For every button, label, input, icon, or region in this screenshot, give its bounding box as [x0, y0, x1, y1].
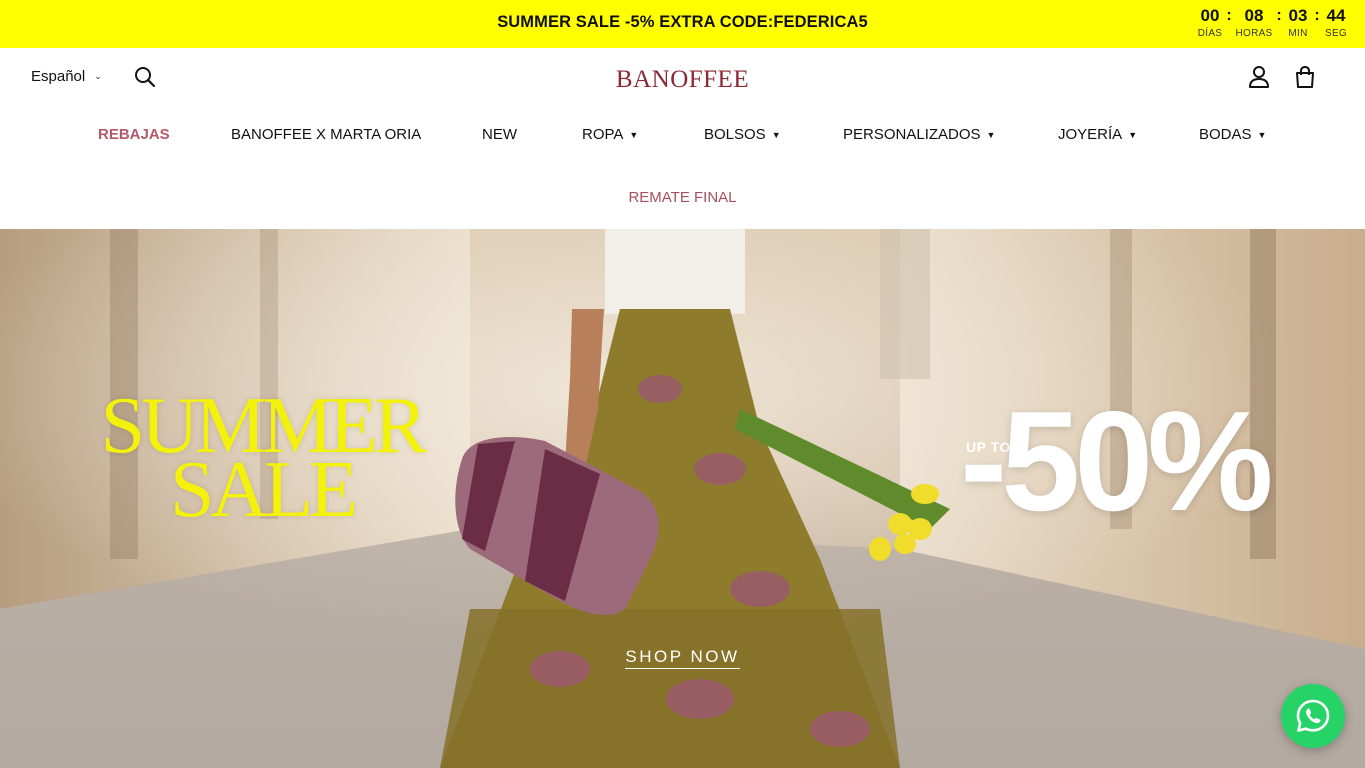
nav-item-rebajas[interactable]: REBAJAS: [98, 126, 170, 143]
nav-item-remate-final[interactable]: REMATE FINAL: [0, 189, 1365, 206]
countdown-separator: :: [1226, 7, 1232, 24]
chevron-down-icon: ▼: [629, 129, 639, 140]
whatsapp-icon: [1296, 699, 1330, 732]
announcement-text: SUMMER SALE -5% EXTRA CODE:FEDERICA5: [497, 13, 868, 31]
nav-item-banoffee-x-marta-oria[interactable]: BANOFFEE X MARTA ORIA: [231, 126, 421, 143]
announcement-bar: SUMMER SALE -5% EXTRA CODE:FEDERICA5 00 …: [0, 0, 1365, 48]
countdown-hours: 08 HORAS: [1233, 6, 1275, 40]
hero-title: SUMMER SALE: [92, 386, 432, 530]
nav-item-bodas[interactable]: BODAS ▼: [1199, 126, 1266, 143]
site-header: Español ⌄ BANOFFEE REBAJAS BANOFFEE X MA…: [0, 48, 1365, 229]
countdown-minutes-label: MIN: [1288, 28, 1308, 39]
nav-item-label: BOLSOS: [704, 126, 766, 143]
whatsapp-button[interactable]: [1281, 684, 1345, 748]
nav-item-label: REBAJAS: [98, 126, 170, 143]
nav-item-bolsos[interactable]: BOLSOS ▼: [704, 126, 781, 143]
countdown-seconds-label: SEG: [1324, 28, 1348, 39]
nav-item-label: BODAS: [1199, 126, 1252, 143]
hero-banner[interactable]: SUMMER SALE UP TO -50% SHOP NOW: [0, 229, 1365, 768]
cart-icon: [1296, 65, 1314, 88]
nav-item-personalizados[interactable]: PERSONALIZADOS ▼: [843, 126, 995, 143]
countdown-minutes-value: 03: [1288, 6, 1308, 25]
nav-item-label: BANOFFEE X MARTA ORIA: [231, 126, 422, 143]
countdown-seconds: 44 SEG: [1321, 6, 1351, 40]
chevron-down-icon: ▼: [986, 129, 996, 140]
shop-now-link[interactable]: SHOP NOW: [625, 647, 740, 669]
account-button[interactable]: [1248, 65, 1270, 89]
countdown-days-value: 00: [1200, 6, 1220, 25]
countdown-minutes: 03 MIN: [1283, 6, 1313, 40]
brand-logo[interactable]: BANOFFEE: [0, 66, 1365, 94]
main-navigation: REBAJAS BANOFFEE X MARTA ORIA NEW ROPA ▼…: [0, 126, 1365, 148]
chevron-down-icon: ▼: [1128, 129, 1138, 140]
countdown-timer: 00 DÍAS : 08 HORAS : 03 MIN : 44 SEG: [1195, 6, 1351, 40]
cart-button[interactable]: [1294, 65, 1316, 89]
nav-item-ropa[interactable]: ROPA ▼: [582, 126, 638, 143]
countdown-separator: :: [1314, 7, 1320, 24]
countdown-days: 00 DÍAS: [1195, 6, 1225, 40]
countdown-days-label: DÍAS: [1197, 28, 1223, 39]
chevron-down-icon: ▼: [771, 129, 781, 140]
countdown-hours-value: 08: [1244, 6, 1264, 25]
nav-item-label: NEW: [482, 126, 517, 143]
chevron-down-icon: ▼: [1257, 129, 1267, 140]
nav-item-label: PERSONALIZADOS: [843, 126, 981, 143]
nav-item-label: JOYERÍA: [1058, 126, 1123, 143]
account-icon: [1249, 66, 1269, 88]
nav-item-joyeria[interactable]: JOYERÍA ▼: [1058, 126, 1137, 143]
countdown-hours-label: HORAS: [1235, 28, 1273, 39]
shop-now-container: SHOP NOW: [0, 647, 1365, 669]
nav-item-new[interactable]: NEW: [482, 126, 517, 143]
countdown-separator: :: [1276, 7, 1282, 24]
hero-discount: -50%: [960, 382, 1273, 541]
nav-item-label: ROPA: [582, 126, 624, 143]
countdown-seconds-value: 44: [1326, 6, 1346, 25]
